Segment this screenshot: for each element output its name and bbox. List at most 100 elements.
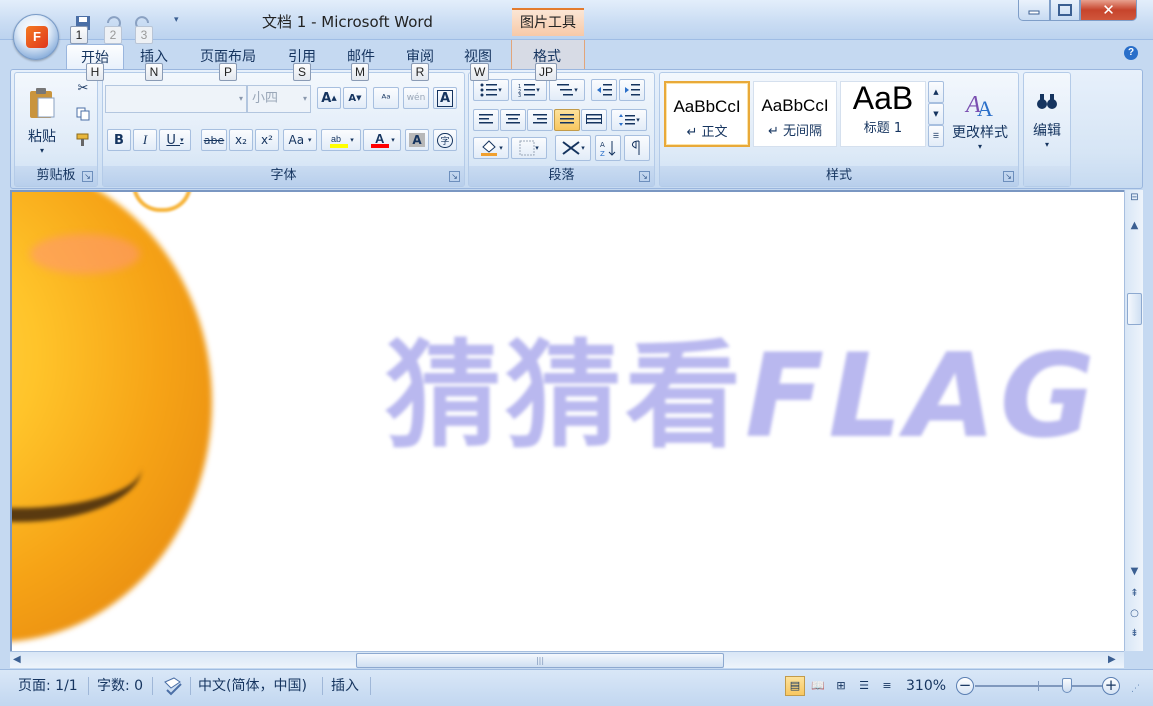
shrink-font-button[interactable]: A ▼ — [343, 87, 367, 109]
clipboard-launcher-icon[interactable]: ↘ — [82, 171, 93, 182]
scroll-up-icon[interactable]: ▲ — [1125, 220, 1144, 231]
style-heading-1[interactable]: AaB 标题 1 — [840, 80, 926, 147]
decrease-indent-button[interactable] — [591, 79, 617, 101]
zoom-slider-track[interactable] — [975, 685, 1103, 687]
status-word-count[interactable]: 字数: 0 — [97, 677, 143, 695]
close-button[interactable]: ✕ — [1080, 0, 1137, 21]
format-painter-button[interactable] — [71, 129, 95, 151]
styles-scroll-down-button[interactable]: ▼ — [928, 103, 944, 125]
scroll-down-icon[interactable]: ▼ — [1125, 566, 1144, 577]
borders-button[interactable]: ▾ — [511, 137, 547, 159]
qat-customize-icon[interactable]: ▾ — [174, 15, 179, 25]
document-canvas[interactable]: 猜猜看FLAG — [10, 190, 1124, 651]
grow-font-button[interactable]: A ▲ — [317, 87, 341, 109]
resize-grip-icon[interactable]: ⋰ — [1131, 684, 1140, 694]
keytip-format: JP — [535, 63, 558, 81]
clear-format-button[interactable]: ᴬᵃ — [373, 87, 399, 109]
print-layout-button[interactable]: ▤ — [785, 676, 805, 696]
font-name-combo[interactable]: ▾ — [105, 85, 247, 113]
change-case-button[interactable]: Aa ▾ — [283, 129, 317, 151]
zoom-out-button[interactable]: − — [956, 677, 974, 695]
style-no-spacing[interactable]: AaBbCcI ↵ 无间隔 — [753, 81, 837, 147]
bold-button[interactable]: B — [107, 129, 131, 151]
scroll-left-icon[interactable]: ◀ — [13, 654, 21, 665]
enclose-char-button[interactable]: 字 — [433, 129, 457, 151]
status-separator — [190, 677, 191, 695]
strikethrough-button[interactable]: abe — [201, 129, 227, 151]
full-screen-reading-button[interactable]: 📖 — [808, 676, 828, 696]
distributed-button[interactable] — [581, 109, 607, 131]
status-insert-mode[interactable]: 插入 — [331, 677, 359, 695]
underline-button[interactable]: U ▾ — [159, 129, 191, 151]
styles-more-button[interactable]: ☰ — [928, 125, 944, 147]
keytip-qat-3: 3 — [135, 26, 153, 44]
ribbon: 粘贴 ▾ ✂ 剪贴板 ↘ ▾ 小四 ▾ A ▲ A ▼ ᴬᵃ wén A B I U … — [10, 69, 1143, 189]
watermark-chinese: 猜猜看 — [385, 329, 745, 464]
subscript-button[interactable]: x₂ — [229, 129, 253, 151]
group-label-editing — [1024, 166, 1070, 186]
styles-launcher-icon[interactable]: ↘ — [1003, 171, 1014, 182]
zoom-level[interactable]: 310% — [906, 677, 946, 695]
char-shading-button[interactable]: A — [405, 129, 429, 151]
horizontal-scrollbar[interactable]: ◀ ||| ▶ — [10, 651, 1124, 668]
paste-button[interactable]: 粘贴 ▾ — [19, 77, 65, 163]
keytip-view: W — [470, 63, 490, 81]
previous-page-icon[interactable]: ⇞ — [1125, 588, 1144, 599]
style-normal[interactable]: AaBbCcI ↵ 正文 — [664, 81, 750, 147]
vertical-scroll-thumb[interactable] — [1127, 293, 1142, 325]
zoom-slider-thumb[interactable] — [1062, 678, 1072, 693]
font-color-button[interactable]: A ▾ — [363, 129, 401, 151]
chinese-layout-button[interactable]: ▾ — [555, 135, 591, 161]
bullets-button[interactable]: ▾ — [473, 79, 509, 101]
office-button[interactable]: F — [13, 14, 59, 60]
status-separator — [370, 677, 371, 695]
phonetic-guide-button[interactable]: wén — [403, 87, 429, 109]
scroll-right-icon[interactable]: ▶ — [1108, 654, 1116, 665]
sort-button[interactable]: AZ — [595, 135, 621, 161]
align-left-icon — [479, 114, 493, 124]
zoom-in-button[interactable]: + — [1102, 677, 1120, 695]
align-right-button[interactable] — [527, 109, 553, 131]
multilevel-list-button[interactable]: ▾ — [549, 79, 585, 101]
status-language[interactable]: 中文(简体，中国) — [198, 677, 307, 695]
help-icon[interactable]: ? — [1124, 46, 1138, 60]
format-painter-icon — [76, 133, 89, 146]
select-browse-object-icon[interactable]: ○ — [1125, 608, 1144, 619]
vertical-scrollbar[interactable]: ⊟ ▲ ▼ ⇞ ○ ⇟ — [1124, 190, 1143, 651]
highlight-button[interactable]: ab ▾ — [321, 129, 361, 151]
draft-button[interactable]: ≡ — [877, 676, 897, 696]
multilevel-list-icon — [557, 84, 574, 96]
minimize-button[interactable] — [1018, 0, 1050, 21]
status-page[interactable]: 页面: 1/1 — [18, 677, 78, 695]
line-spacing-button[interactable]: ▾ — [611, 109, 647, 131]
char-border-button[interactable]: A — [433, 87, 457, 109]
styles-scroll-up-button[interactable]: ▲ — [928, 81, 944, 103]
editing-button[interactable]: 编辑 ▾ — [1026, 77, 1068, 161]
increase-indent-button[interactable] — [619, 79, 645, 101]
copy-button[interactable] — [71, 103, 95, 125]
align-left-button[interactable] — [473, 109, 499, 131]
maximize-button[interactable] — [1050, 0, 1080, 21]
numbering-button[interactable]: 1 2 3 ▾ — [511, 79, 547, 101]
font-launcher-icon[interactable]: ↘ — [449, 171, 460, 182]
change-styles-button[interactable]: AA 更改样式 ▾ — [948, 79, 1012, 159]
show-marks-button[interactable] — [624, 135, 650, 161]
web-layout-button[interactable]: ⊞ — [831, 676, 851, 696]
proofing-icon[interactable] — [162, 676, 184, 696]
view-ruler-icon[interactable]: ⊟ — [1125, 192, 1144, 203]
window-controls: ✕ — [1018, 0, 1146, 22]
superscript-button[interactable]: x² — [255, 129, 279, 151]
binoculars-icon — [1037, 93, 1057, 109]
svg-text:A: A — [977, 96, 993, 118]
outline-button[interactable]: ☰ — [854, 676, 874, 696]
paragraph-launcher-icon[interactable]: ↘ — [639, 171, 650, 182]
next-page-icon[interactable]: ⇟ — [1125, 628, 1144, 639]
ribbon-tabs: 开始 插入 页面布局 引用 邮件 审阅 视图 格式 — [0, 40, 1153, 70]
horizontal-scroll-thumb[interactable]: ||| — [356, 653, 724, 668]
justify-button[interactable] — [554, 109, 580, 131]
align-center-button[interactable] — [500, 109, 526, 131]
paragraph-shading-button[interactable]: ▾ — [473, 137, 509, 159]
svg-text:A: A — [600, 141, 605, 149]
italic-button[interactable]: I — [133, 129, 157, 151]
font-size-combo[interactable]: 小四 ▾ — [247, 85, 311, 113]
